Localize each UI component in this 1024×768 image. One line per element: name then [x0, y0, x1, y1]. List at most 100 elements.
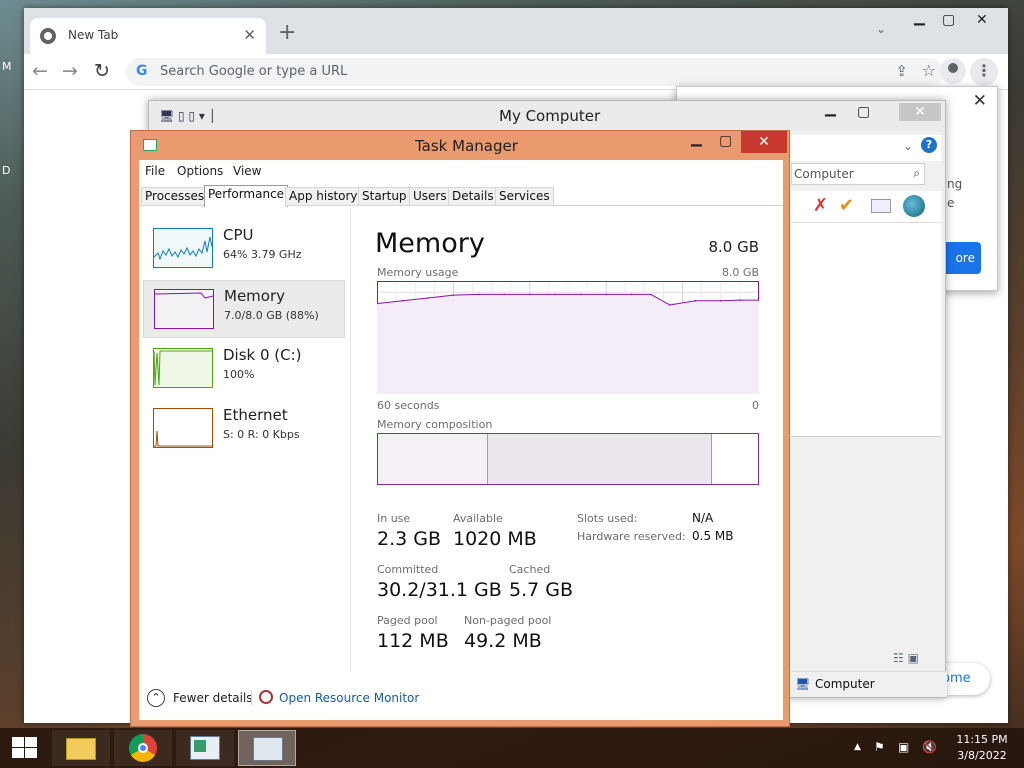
- help-icon[interactable]: ?: [921, 137, 937, 153]
- tab-new-tab[interactable]: New Tab ✕: [30, 18, 266, 54]
- quick-access-toolbar[interactable]: 🖥 ▯ ▯ ▾ │: [159, 109, 216, 123]
- sidebar-value: S: 0 R: 0 Kbps: [223, 428, 300, 441]
- forward-button[interactable]: →: [62, 60, 78, 82]
- maximize-button[interactable]: ▢: [857, 104, 870, 120]
- delete-icon[interactable]: ✗: [813, 195, 828, 216]
- memory-area: [377, 294, 759, 394]
- address-bar[interactable]: ⌄ ?: [791, 135, 941, 161]
- taskbar: ▲ ⚑ ▣ 🔇 11:15 PM 3/8/2022: [0, 728, 1024, 768]
- fewer-details-link[interactable]: Fewer details: [173, 691, 253, 705]
- task-manager-icon: [253, 737, 283, 761]
- check-icon[interactable]: ✔: [839, 195, 854, 216]
- action-center-flag-icon[interactable]: ⚑: [874, 740, 885, 754]
- composition-modified: [488, 434, 713, 484]
- maximize-button[interactable]: ▢: [719, 133, 732, 149]
- menu-bar: File Options View: [139, 160, 783, 182]
- view-toggle-icons[interactable]: ☷ ▣: [893, 651, 919, 665]
- chart-data-point: [630, 293, 633, 296]
- stat-label: Slots used:: [577, 512, 638, 525]
- sidebar-item-memory[interactable]: Memory 7.0/8.0 GB (88%): [143, 280, 345, 338]
- tab-users[interactable]: Users: [409, 187, 451, 206]
- open-resource-monitor-link[interactable]: Open Resource Monitor: [279, 691, 419, 705]
- maximize-button[interactable]: ▢: [942, 12, 955, 28]
- stat-label: Committed: [377, 563, 439, 576]
- computer-icon: 🖥: [795, 677, 811, 691]
- tab-app-history[interactable]: App history: [285, 187, 362, 206]
- desktop-icon-label[interactable]: M: [2, 60, 12, 73]
- ethernet-thumbnail-graph: [153, 408, 213, 448]
- close-window-button[interactable]: ✕: [741, 131, 787, 153]
- system-clock[interactable]: 11:15 PM 3/8/2022: [950, 732, 1014, 764]
- menu-options[interactable]: Options: [177, 164, 223, 178]
- tab-startup[interactable]: Startup: [358, 187, 411, 206]
- show-hidden-icons[interactable]: ▲: [854, 742, 861, 752]
- chart-data-point: [579, 293, 582, 296]
- reload-button[interactable]: ↻: [94, 60, 110, 82]
- chart-data-point: [503, 293, 506, 296]
- desktop-icon-label[interactable]: D: [2, 164, 10, 177]
- network-icon[interactable]: ▣: [898, 740, 909, 754]
- start-button[interactable]: [12, 737, 38, 759]
- axis-right-label: 0: [752, 399, 759, 412]
- close-tab-icon[interactable]: ✕: [243, 26, 256, 44]
- taskbar-chrome[interactable]: [114, 730, 172, 766]
- tab-performance[interactable]: Performance: [204, 185, 289, 207]
- chart-data-point: [427, 297, 429, 299]
- my-computer-titlebar: 🖥 ▯ ▯ ▾ │ My Computer ▁ ▢ ✕: [149, 101, 945, 131]
- status-item: Computer: [815, 677, 875, 691]
- stat-value: 0.5 MB: [692, 529, 734, 543]
- minimize-button[interactable]: ▁: [691, 131, 702, 147]
- close-popup-icon[interactable]: ✕: [973, 91, 987, 111]
- folder-icon: [66, 738, 96, 760]
- tab-processes[interactable]: Processes: [141, 187, 209, 206]
- close-window-button[interactable]: ✕: [899, 103, 941, 121]
- stat-value: 1020 MB: [453, 528, 537, 550]
- minimize-button[interactable]: ▁: [914, 10, 925, 26]
- sidebar-item-cpu[interactable]: CPU 64% 3.79 GHz: [143, 220, 345, 278]
- task-manager-body: File Options View Processes Performance …: [139, 160, 783, 720]
- new-tab-button[interactable]: +: [278, 20, 296, 45]
- toolbar: ← → ↻ G Search Google or type a URL ⇪ ☆ …: [24, 54, 1008, 90]
- sidebar-label: Disk 0 (C:): [223, 346, 302, 364]
- memory-composition-bar: [377, 433, 759, 485]
- bookmark-star-icon[interactable]: ☆: [922, 61, 936, 80]
- sidebar-item-disk[interactable]: Disk 0 (C:) 100%: [143, 340, 345, 398]
- divider: [350, 210, 351, 672]
- tab-title: New Tab: [68, 28, 119, 42]
- clock-date: 3/8/2022: [957, 749, 1007, 762]
- menu-kebab-icon[interactable]: ⋮: [970, 58, 998, 86]
- menu-view[interactable]: View: [233, 164, 261, 178]
- stat-value: 5.7 GB: [509, 579, 574, 601]
- search-box[interactable]: Computer ⌕: [791, 163, 925, 185]
- taskbar-file-explorer[interactable]: [52, 730, 110, 766]
- minimize-button[interactable]: ▁: [825, 101, 836, 117]
- memory-thumbnail-graph: [154, 289, 214, 329]
- memory-usage-chart: [377, 281, 759, 394]
- tab-services[interactable]: Services: [495, 187, 554, 206]
- globe-icon[interactable]: [903, 195, 925, 217]
- chart-data-point: [452, 294, 455, 296]
- sidebar-item-ethernet[interactable]: Ethernet S: 0 R: 0 Kbps: [143, 400, 345, 458]
- menu-file[interactable]: File: [145, 164, 165, 178]
- close-window-button[interactable]: ✕: [976, 12, 988, 28]
- chevron-up-icon[interactable]: ⌃: [147, 689, 165, 707]
- share-icon[interactable]: ⇪: [895, 62, 908, 80]
- back-button[interactable]: ←: [32, 60, 48, 82]
- sidebar-value: 64% 3.79 GHz: [223, 248, 302, 261]
- taskbar-my-computer[interactable]: [176, 730, 234, 766]
- tab-details[interactable]: Details: [448, 187, 498, 206]
- tab-search-chevron-icon[interactable]: ⌄: [876, 22, 886, 36]
- omnibox[interactable]: G Search Google or type a URL ⇪ ☆: [126, 58, 944, 86]
- profile-avatar[interactable]: [940, 58, 966, 84]
- taskbar-task-manager[interactable]: [238, 730, 296, 766]
- volume-muted-icon[interactable]: 🔇: [922, 740, 937, 754]
- stat-value: 2.3 GB: [377, 528, 442, 550]
- search-icon: ⌕: [913, 166, 920, 180]
- popup-text: e: [947, 196, 955, 210]
- stat-value: 49.2 MB: [464, 630, 542, 652]
- properties-icon[interactable]: [871, 199, 891, 213]
- chart-data-point: [720, 299, 722, 302]
- chevron-down-icon[interactable]: ⌄: [903, 139, 913, 153]
- disk-thumbnail-graph: [153, 348, 213, 388]
- page-title: Memory: [375, 228, 485, 259]
